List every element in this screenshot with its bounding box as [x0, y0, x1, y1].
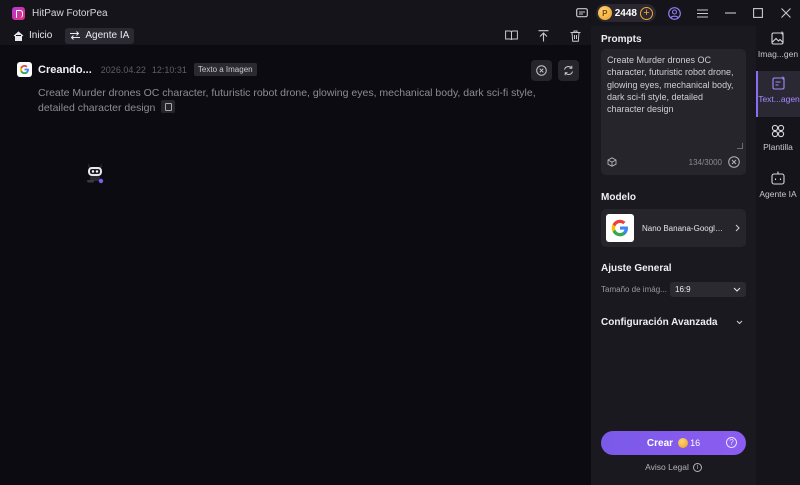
help-icon[interactable]: ?	[726, 437, 737, 448]
image-size-select[interactable]: 16:9	[670, 282, 746, 297]
coin-balance[interactable]: P 2448 +	[595, 4, 656, 22]
regenerate-button[interactable]	[558, 60, 579, 81]
chevron-right-icon	[735, 224, 740, 232]
general-settings-heading: Ajuste General	[601, 263, 672, 274]
minimize-icon[interactable]	[716, 0, 744, 26]
task-prompt-text: Create Murder drones OC character, futur…	[38, 87, 536, 114]
coin-icon	[678, 438, 689, 448]
info-icon: i	[692, 462, 702, 472]
rail-label-ai-agent: Agente IA	[759, 189, 797, 199]
model-name: Nano Banana-Google:...	[642, 223, 724, 233]
task-date: 2026.04.22	[100, 64, 146, 75]
task-type-badge: Texto a Imagen	[193, 63, 257, 76]
create-label: Crear	[646, 437, 674, 449]
model-selector[interactable]: Nano Banana-Google:...	[601, 209, 746, 247]
maximize-icon[interactable]	[744, 0, 772, 26]
add-coins-icon[interactable]: +	[640, 6, 653, 20]
home-button[interactable]: Inicio	[8, 28, 57, 44]
image-icon	[771, 31, 784, 45]
task-prompt: Create Murder drones OC character, futur…	[38, 86, 558, 115]
close-circle-icon	[536, 65, 547, 76]
legal-notice-label: Aviso Legal	[645, 462, 689, 472]
user-avatar-icon[interactable]	[660, 0, 688, 26]
coin-icon: P	[597, 6, 612, 20]
swap-icon	[70, 31, 81, 40]
create-button[interactable]: Crear 16 ?	[601, 431, 746, 455]
copy-prompt-icon[interactable]	[161, 100, 176, 113]
prompts-heading: Prompts	[601, 34, 642, 45]
prompt-text[interactable]: Create Murder drones OC character, futur…	[607, 54, 739, 115]
clear-prompt-icon[interactable]	[728, 156, 740, 168]
side-rail: Imag...gen Text...agen Plantilla Agente …	[756, 26, 800, 485]
menu-icon[interactable]	[688, 0, 716, 26]
resize-handle-icon[interactable]	[737, 143, 743, 149]
task-feed: Creando... 2026.04.22 12:10:31 Texto a I…	[0, 45, 591, 485]
book-icon[interactable]	[495, 26, 527, 45]
rail-item-image[interactable]: Imag...gen	[756, 26, 800, 72]
task-title: Creando...	[38, 63, 92, 76]
ai-agent-icon	[771, 171, 785, 185]
rail-label-text-to-image: Text...agen	[758, 94, 800, 104]
ai-agent-tab[interactable]: Agente IA	[65, 27, 135, 44]
text-to-image-icon	[772, 76, 785, 90]
loading-mascot-icon	[84, 160, 106, 187]
image-size-row: Tamaño de imág... 16:9	[601, 282, 746, 297]
app-logo-icon	[12, 6, 25, 20]
rail-label-template: Plantilla	[763, 142, 793, 152]
rail-item-text-to-image[interactable]: Text...agen	[756, 71, 800, 117]
chevron-down-icon	[733, 287, 741, 292]
prompt-textarea[interactable]: Create Murder drones OC character, futur…	[601, 49, 746, 175]
legal-notice-link[interactable]: Aviso Legal i	[591, 462, 756, 472]
home-icon	[13, 30, 24, 41]
advanced-settings-toggle[interactable]: Configuración Avanzada	[601, 315, 746, 329]
google-model-icon	[606, 214, 634, 242]
app-title: HitPaw FotorPea	[32, 7, 108, 19]
cancel-task-button[interactable]	[531, 60, 552, 81]
coin-count: 2448	[614, 7, 637, 19]
task-header: Creando... 2026.04.22 12:10:31 Texto a I…	[17, 62, 257, 77]
rail-item-ai-agent[interactable]: Agente IA	[756, 166, 800, 212]
advanced-settings-heading: Configuración Avanzada	[601, 316, 718, 328]
create-cost: 16	[690, 438, 701, 448]
model-heading: Modelo	[601, 192, 636, 203]
rail-item-template[interactable]: Plantilla	[756, 119, 800, 165]
google-logo-icon	[17, 62, 32, 77]
ai-agent-label: Agente IA	[85, 30, 130, 41]
trash-icon[interactable]	[559, 26, 591, 45]
upload-icon[interactable]	[527, 26, 559, 45]
refresh-icon	[564, 65, 573, 76]
char-count: 134/3000	[688, 157, 722, 167]
image-size-label: Tamaño de imág...	[601, 285, 667, 294]
image-size-value: 16:9	[675, 285, 691, 294]
rail-label-image: Imag...gen	[757, 49, 799, 59]
home-label: Inicio	[29, 30, 53, 41]
close-window-icon[interactable]	[772, 0, 800, 26]
chevron-down-icon	[736, 320, 743, 324]
cube-icon[interactable]	[607, 157, 617, 167]
title-bar: HitPaw FotorPea P 2448 +	[0, 0, 800, 26]
message-icon[interactable]	[568, 0, 596, 26]
toolbar: Inicio Agente IA	[0, 26, 591, 45]
template-icon	[771, 124, 785, 138]
task-time: 12:10:31	[151, 64, 187, 75]
settings-panel: Prompts Create Murder drones OC characte…	[591, 26, 756, 485]
